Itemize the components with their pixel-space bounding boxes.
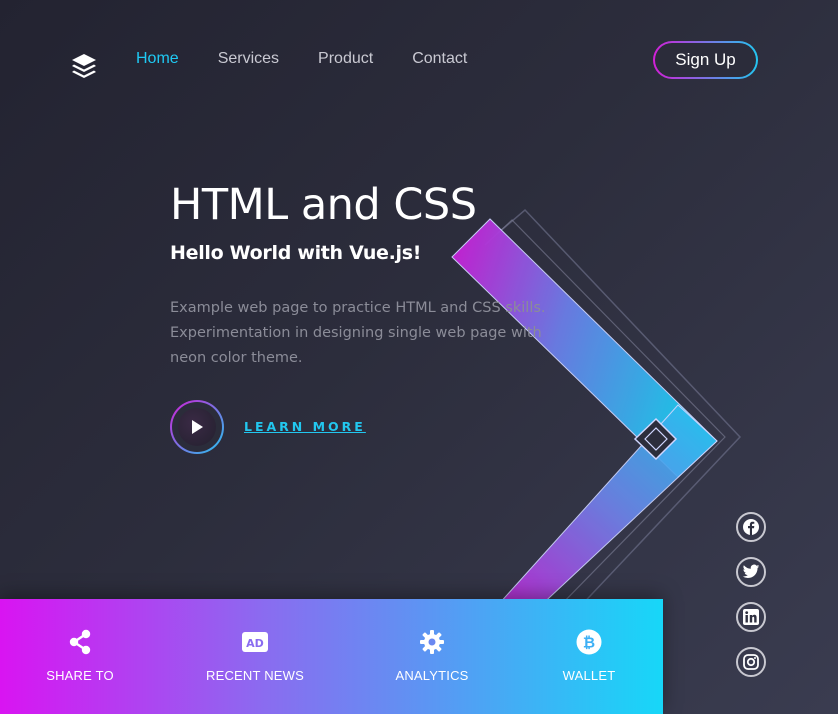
main-nav: Home Services Product Contact xyxy=(136,49,506,69)
ad-icon-text: AD xyxy=(246,637,264,650)
share-to-label: SHARE TO xyxy=(46,668,114,683)
wallet-label: WALLET xyxy=(562,668,616,683)
gear-icon xyxy=(419,628,445,656)
page: Home Services Product Contact Sign Up HT… xyxy=(0,0,838,714)
layers-icon[interactable] xyxy=(70,52,98,82)
play-button[interactable] xyxy=(170,400,224,454)
hero-subtitle: Hello World with Vue.js! xyxy=(170,242,422,264)
bottom-feature-bar: SHARE TO AD RECENT NEWS ANALYTICS ₿ WALL… xyxy=(0,599,663,714)
analytics-label: ANALYTICS xyxy=(395,668,469,683)
svg-text:₿: ₿ xyxy=(583,634,595,652)
hero-description: Example web page to practice HTML and CS… xyxy=(170,300,546,366)
social-links xyxy=(736,512,766,692)
share-icon xyxy=(68,628,92,656)
recent-news-label: RECENT NEWS xyxy=(205,668,305,683)
bitcoin-icon: ₿ xyxy=(576,628,602,656)
hero-title: HTML and CSS xyxy=(170,180,477,230)
twitter-icon[interactable] xyxy=(736,557,766,587)
nav-home-link[interactable]: Home xyxy=(136,49,179,69)
play-button-ring xyxy=(172,402,222,452)
nav-contact-link[interactable]: Contact xyxy=(412,49,467,69)
share-to-item[interactable]: SHARE TO xyxy=(10,599,150,714)
recent-news-item[interactable]: AD RECENT NEWS xyxy=(185,599,325,714)
sign-up-label: Sign Up xyxy=(655,43,756,77)
nav-product-link[interactable]: Product xyxy=(318,49,373,69)
linkedin-icon[interactable] xyxy=(736,602,766,632)
instagram-icon[interactable] xyxy=(736,647,766,677)
nav-services-link[interactable]: Services xyxy=(218,49,279,69)
play-icon xyxy=(178,408,216,446)
ad-icon: AD xyxy=(242,628,268,656)
learn-more-link[interactable]: LEARN MORE xyxy=(244,419,366,434)
wallet-item[interactable]: ₿ WALLET xyxy=(519,599,659,714)
facebook-icon[interactable] xyxy=(736,512,766,542)
analytics-item[interactable]: ANALYTICS xyxy=(362,599,502,714)
sign-up-button[interactable]: Sign Up xyxy=(653,41,758,79)
neon-chevron-decoration xyxy=(451,208,742,625)
